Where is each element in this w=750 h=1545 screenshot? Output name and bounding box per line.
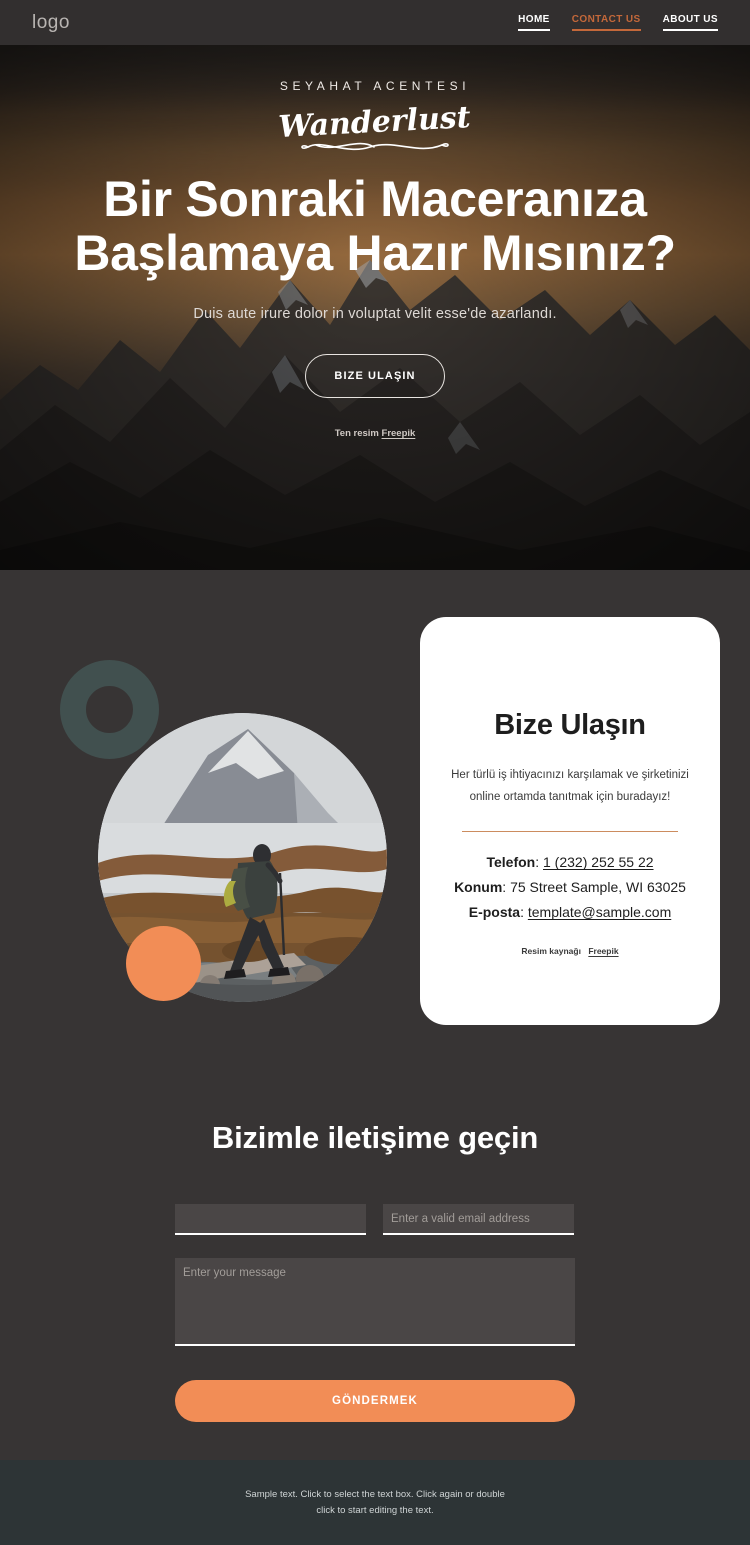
card-credit-link[interactable]: Freepik [588,946,618,956]
hero-image-credit: Ten resim Freepik [335,428,416,439]
decorative-orange-circle [126,926,201,1001]
hero-eyebrow: SEYAHAT ACENTESI [279,79,471,93]
nav-item-contact-us[interactable]: CONTACT US [571,14,641,31]
contact-value-telefon[interactable]: 1 (232) 252 55 22 [543,854,654,870]
submit-button[interactable]: GÖNDERMEK [175,1380,575,1422]
hero-credit-link[interactable]: Freepik [382,428,416,439]
contact-row-konum: Konum: 75 Street Sample, WI 63025 [454,879,686,895]
contact-form: GÖNDERMEK [175,1204,575,1422]
script-flourish-icon [301,142,449,151]
site-footer: Sample text. Click to select the text bo… [0,1460,750,1545]
form-title: Bizimle iletişime geçin [211,1120,539,1155]
message-textarea[interactable] [175,1258,575,1346]
email-input[interactable] [383,1204,574,1235]
contact-row-telefon: Telefon: 1 (232) 252 55 22 [454,854,686,870]
contact-info-card: Bize Ulaşın Her türlü iş ihtiyacınızı ka… [420,617,720,1025]
hero-content: SEYAHAT ACENTESI Wanderlust Bir Sonraki … [0,45,750,570]
contact-details-list: Telefon: 1 (232) 252 55 22 Konum: 75 Str… [454,854,686,920]
nav-item-home[interactable]: HOME [518,14,550,31]
hero-subtitle: Duis aute irure dolor in voluptat velit … [193,306,557,322]
contact-value-konum: 75 Street Sample, WI 63025 [510,879,686,896]
contact-value-eposta[interactable]: template@sample.com [528,904,671,920]
hero-section: SEYAHAT ACENTESI Wanderlust Bir Sonraki … [0,45,750,570]
hero-title: Bir Sonraki Maceranıza Başlamaya Hazır M… [74,171,676,281]
card-credit-prefix: Resim kaynağı [521,946,581,957]
contact-card-divider [462,830,678,833]
wanderlust-script-text: Wanderlust [278,100,472,145]
contact-colon-konum: : [502,879,511,896]
contact-card-description: Her türlü iş ihtiyacınızı karşılamak ve … [451,769,689,804]
main-navigation: HOME CONTACT US ABOUT US [518,14,718,31]
contact-label-konum: Konum [454,879,503,896]
wanderlust-script-svg: Wanderlust [278,100,472,151]
contact-colon-eposta: : [520,904,528,921]
wanderlust-script-logo: Wanderlust [250,97,500,159]
form-row-name-email [175,1204,575,1235]
footer-line-2: click to start editing the text. [316,1504,434,1516]
nav-item-about-us[interactable]: ABOUT US [662,14,718,31]
hero-credit-prefix: Ten resim [334,428,379,439]
contact-label-telefon: Telefon [486,854,536,871]
site-header: logo HOME CONTACT US ABOUT US [0,0,750,45]
footer-text: Sample text. Click to select the text bo… [245,1487,505,1518]
hero-cta-button[interactable]: BIZE ULAŞIN [305,354,445,398]
contact-card-image-credit: Resim kaynağı Freepik [521,946,618,956]
contact-label-eposta: E-posta [468,904,521,921]
contact-card-title: Bize Ulaşın [494,709,646,741]
name-input[interactable] [175,1204,366,1235]
contact-form-section: Bizimle iletişime geçin GÖNDERMEK [0,1075,750,1460]
contact-colon-telefon: : [535,854,543,871]
decorative-teal-ring [60,660,159,759]
site-logo[interactable]: logo [32,12,70,34]
footer-line-1: Sample text. Click to select the text bo… [245,1488,505,1500]
contact-row-eposta: E-posta: template@sample.com [454,904,686,920]
